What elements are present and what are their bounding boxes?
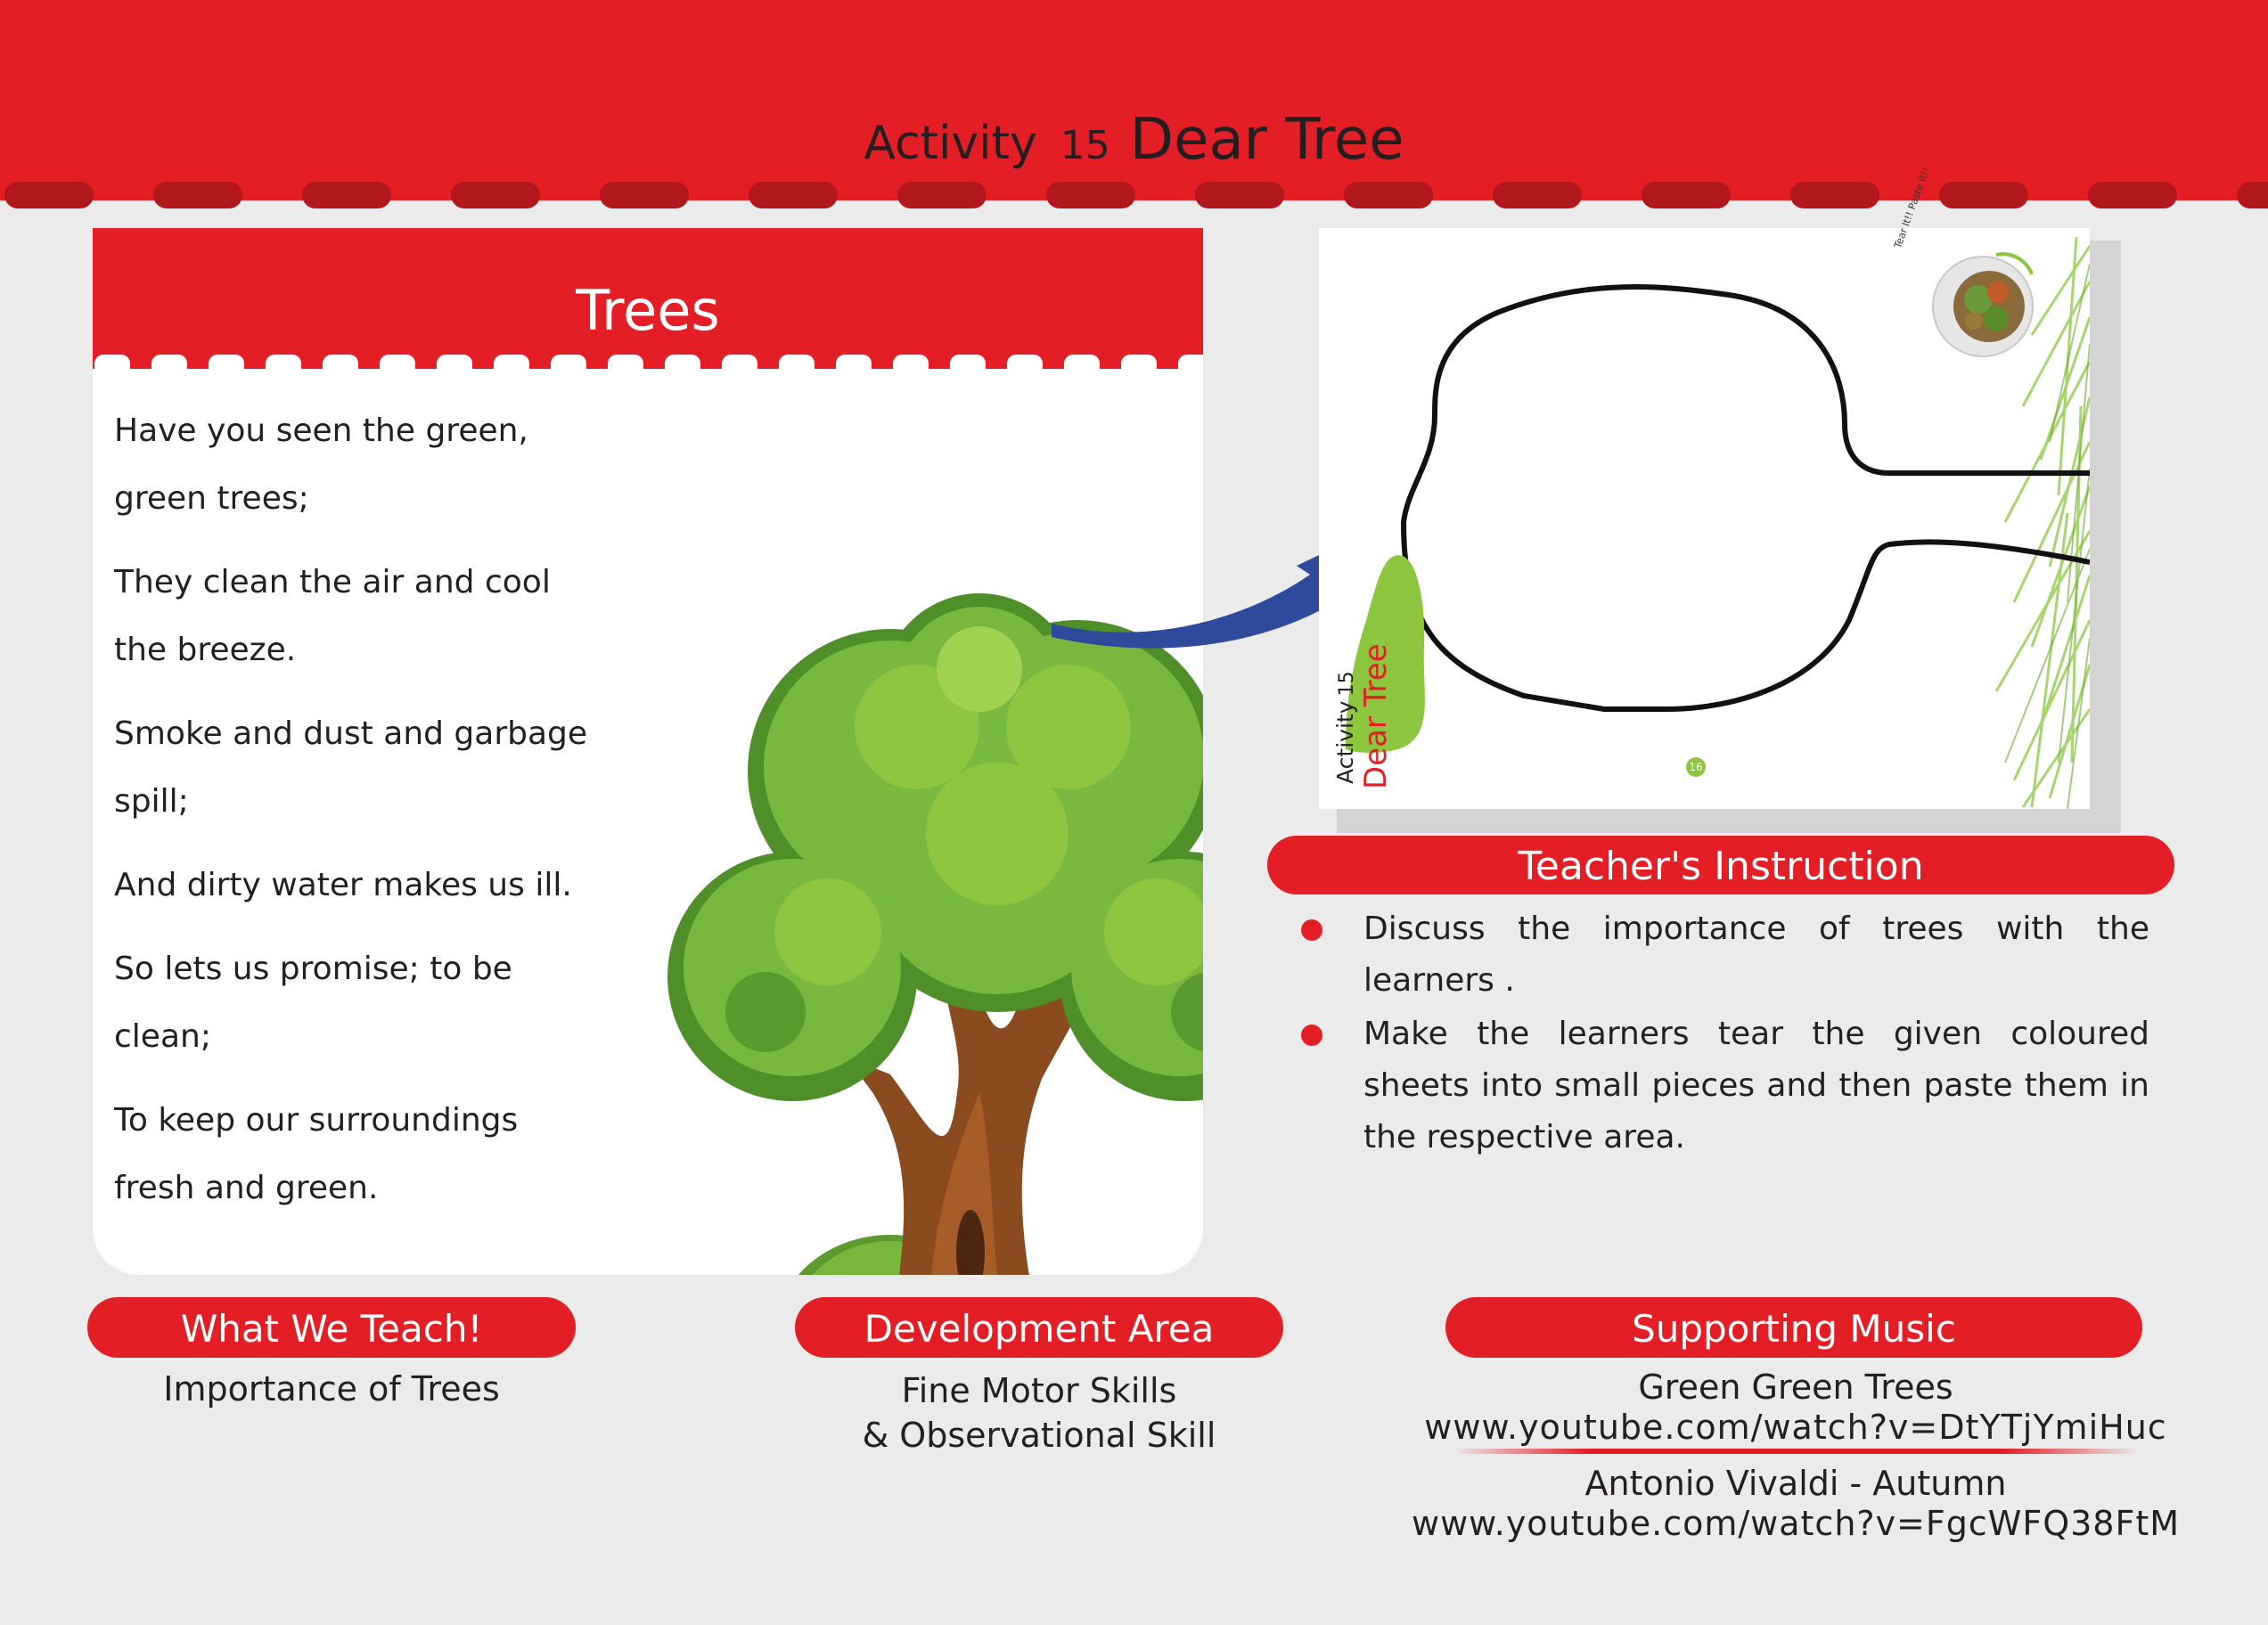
sheet-activity-number: 15 — [1336, 671, 1358, 697]
activity-sheet-label: Activity 15 Dear Tree — [1332, 641, 1475, 789]
heading-activity-number: 15 — [1060, 123, 1110, 168]
poem-line: green trees; — [114, 480, 309, 517]
heading-title: Dear Tree — [1129, 107, 1404, 173]
list-item: Make the learners tear the given coloure… — [1294, 1008, 2149, 1164]
development-area-line: & Observational Skill — [862, 1416, 1216, 1455]
banner-stitch-border — [4, 182, 2268, 208]
poem-header-stitch-border — [94, 355, 1203, 378]
instruction-text: Make the learners tear the given coloure… — [1363, 1016, 2149, 1155]
supporting-music-list: Green Green Trees www.youtube.com/watch?… — [1408, 1367, 2183, 1543]
what-we-teach-title: What We Teach! — [87, 1297, 576, 1358]
song-title: Antonio Vivaldi - Autumn — [1584, 1464, 2007, 1503]
canopy-shapes — [667, 593, 1203, 1101]
instruction-text: Discuss the importance of trees with the… — [1363, 910, 2149, 999]
page-heading: Activity 15 Dear Tree — [0, 107, 2268, 173]
poem-card: Trees Have you seen the green, green tre… — [93, 228, 1203, 1275]
sheet-title: Dear Tree — [1358, 643, 1394, 789]
song-link[interactable]: www.youtube.com/watch?v=FgcWFQ38FtM — [1408, 1504, 2183, 1543]
supporting-music-title: Supporting Music — [1445, 1297, 2142, 1358]
music-divider — [1453, 1449, 2139, 1454]
teacher-instruction-title: Teacher's Instruction — [1267, 836, 2174, 894]
what-we-teach-text: Importance of Trees — [163, 1369, 500, 1409]
song-link[interactable]: www.youtube.com/watch?v=DtYTjYmiHuc — [1408, 1408, 2183, 1447]
development-area-title: Development Area — [795, 1297, 1283, 1358]
list-item: Discuss the importance of trees with the… — [1294, 903, 2149, 1007]
sheet-activity-label: Activity — [1332, 700, 1358, 785]
bullet-icon — [1301, 1025, 1322, 1046]
teacher-instruction-list: Discuss the importance of trees with the… — [1294, 903, 2149, 1165]
poem-title: Trees — [576, 278, 720, 343]
poem-line: Have you seen the green, — [114, 412, 528, 449]
bullet-icon — [1301, 919, 1322, 941]
development-area-text: Fine Motor Skills & Observational Skill — [795, 1368, 1283, 1458]
heading-activity-label: Activity — [864, 117, 1037, 170]
tree-illustration — [667, 593, 1203, 1275]
sheet-page-number: 16 — [1686, 757, 1706, 777]
development-area-line: Fine Motor Skills — [901, 1371, 1177, 1410]
song-title: Green Green Trees — [1638, 1368, 1953, 1407]
